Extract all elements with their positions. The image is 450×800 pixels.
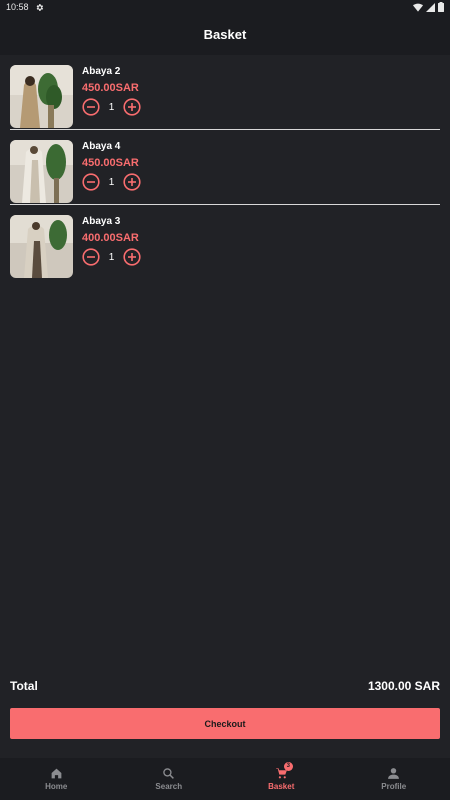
quantity-value: 1	[108, 251, 115, 263]
wifi-icon	[413, 3, 423, 12]
total-value: 1300.00 SAR	[367, 679, 440, 693]
plus-icon[interactable]	[123, 173, 141, 191]
item-price: 450.00SAR	[82, 82, 139, 94]
status-time: 10:58	[6, 2, 29, 12]
basket-item: Abaya 2 450.00SAR 1	[0, 55, 450, 130]
checkout-button[interactable]: Checkout	[10, 708, 440, 739]
item-price: 400.00SAR	[82, 232, 139, 244]
nav-item-profile[interactable]: Profile	[338, 758, 450, 800]
minus-icon[interactable]	[82, 248, 100, 266]
bottom-nav: Home Search 3 Basket Profile	[0, 758, 450, 800]
plus-icon[interactable]	[123, 248, 141, 266]
total-label: Total	[10, 679, 38, 693]
nav-item-search[interactable]: Search	[113, 758, 226, 800]
quantity-stepper: 1	[82, 173, 141, 191]
basket-list: Abaya 2 450.00SAR 1 Abaya 4 450.00SAR 1 …	[0, 55, 450, 280]
nav-label: Profile	[381, 782, 407, 791]
status-bar: 10:58	[0, 0, 450, 14]
item-name: Abaya 2	[82, 66, 121, 77]
item-price: 450.00SAR	[82, 157, 139, 169]
signal-icon	[426, 2, 435, 12]
basket-item: Abaya 3 400.00SAR 1	[0, 205, 450, 280]
battery-icon	[438, 2, 444, 12]
app-bar: Basket	[0, 14, 450, 55]
nav-label: Basket	[268, 782, 295, 791]
quantity-value: 1	[108, 176, 115, 188]
cart-icon-wrapper: 3	[275, 762, 293, 780]
product-image[interactable]	[10, 140, 73, 203]
nav-item-home[interactable]: Home	[0, 758, 113, 800]
minus-icon[interactable]	[82, 173, 100, 191]
nav-label: Home	[45, 782, 68, 791]
minus-icon[interactable]	[82, 98, 100, 116]
quantity-stepper: 1	[82, 248, 141, 266]
quantity-value: 1	[108, 101, 115, 113]
nav-label: Search	[155, 782, 183, 791]
page-title: Basket	[203, 27, 247, 42]
quantity-stepper: 1	[82, 98, 141, 116]
home-icon	[51, 768, 62, 779]
cart-badge: 3	[283, 762, 293, 771]
nav-item-basket[interactable]: 3 Basket	[225, 758, 338, 800]
item-name: Abaya 4	[82, 141, 121, 152]
product-image[interactable]	[10, 65, 73, 128]
product-image[interactable]	[10, 215, 73, 278]
item-name: Abaya 3	[82, 216, 121, 227]
search-icon	[163, 768, 175, 779]
total-row: Total 1300.00 SAR	[10, 679, 440, 693]
basket-item: Abaya 4 450.00SAR 1	[0, 130, 450, 205]
person-icon	[388, 768, 400, 779]
settings-icon	[36, 3, 43, 11]
plus-icon[interactable]	[123, 98, 141, 116]
